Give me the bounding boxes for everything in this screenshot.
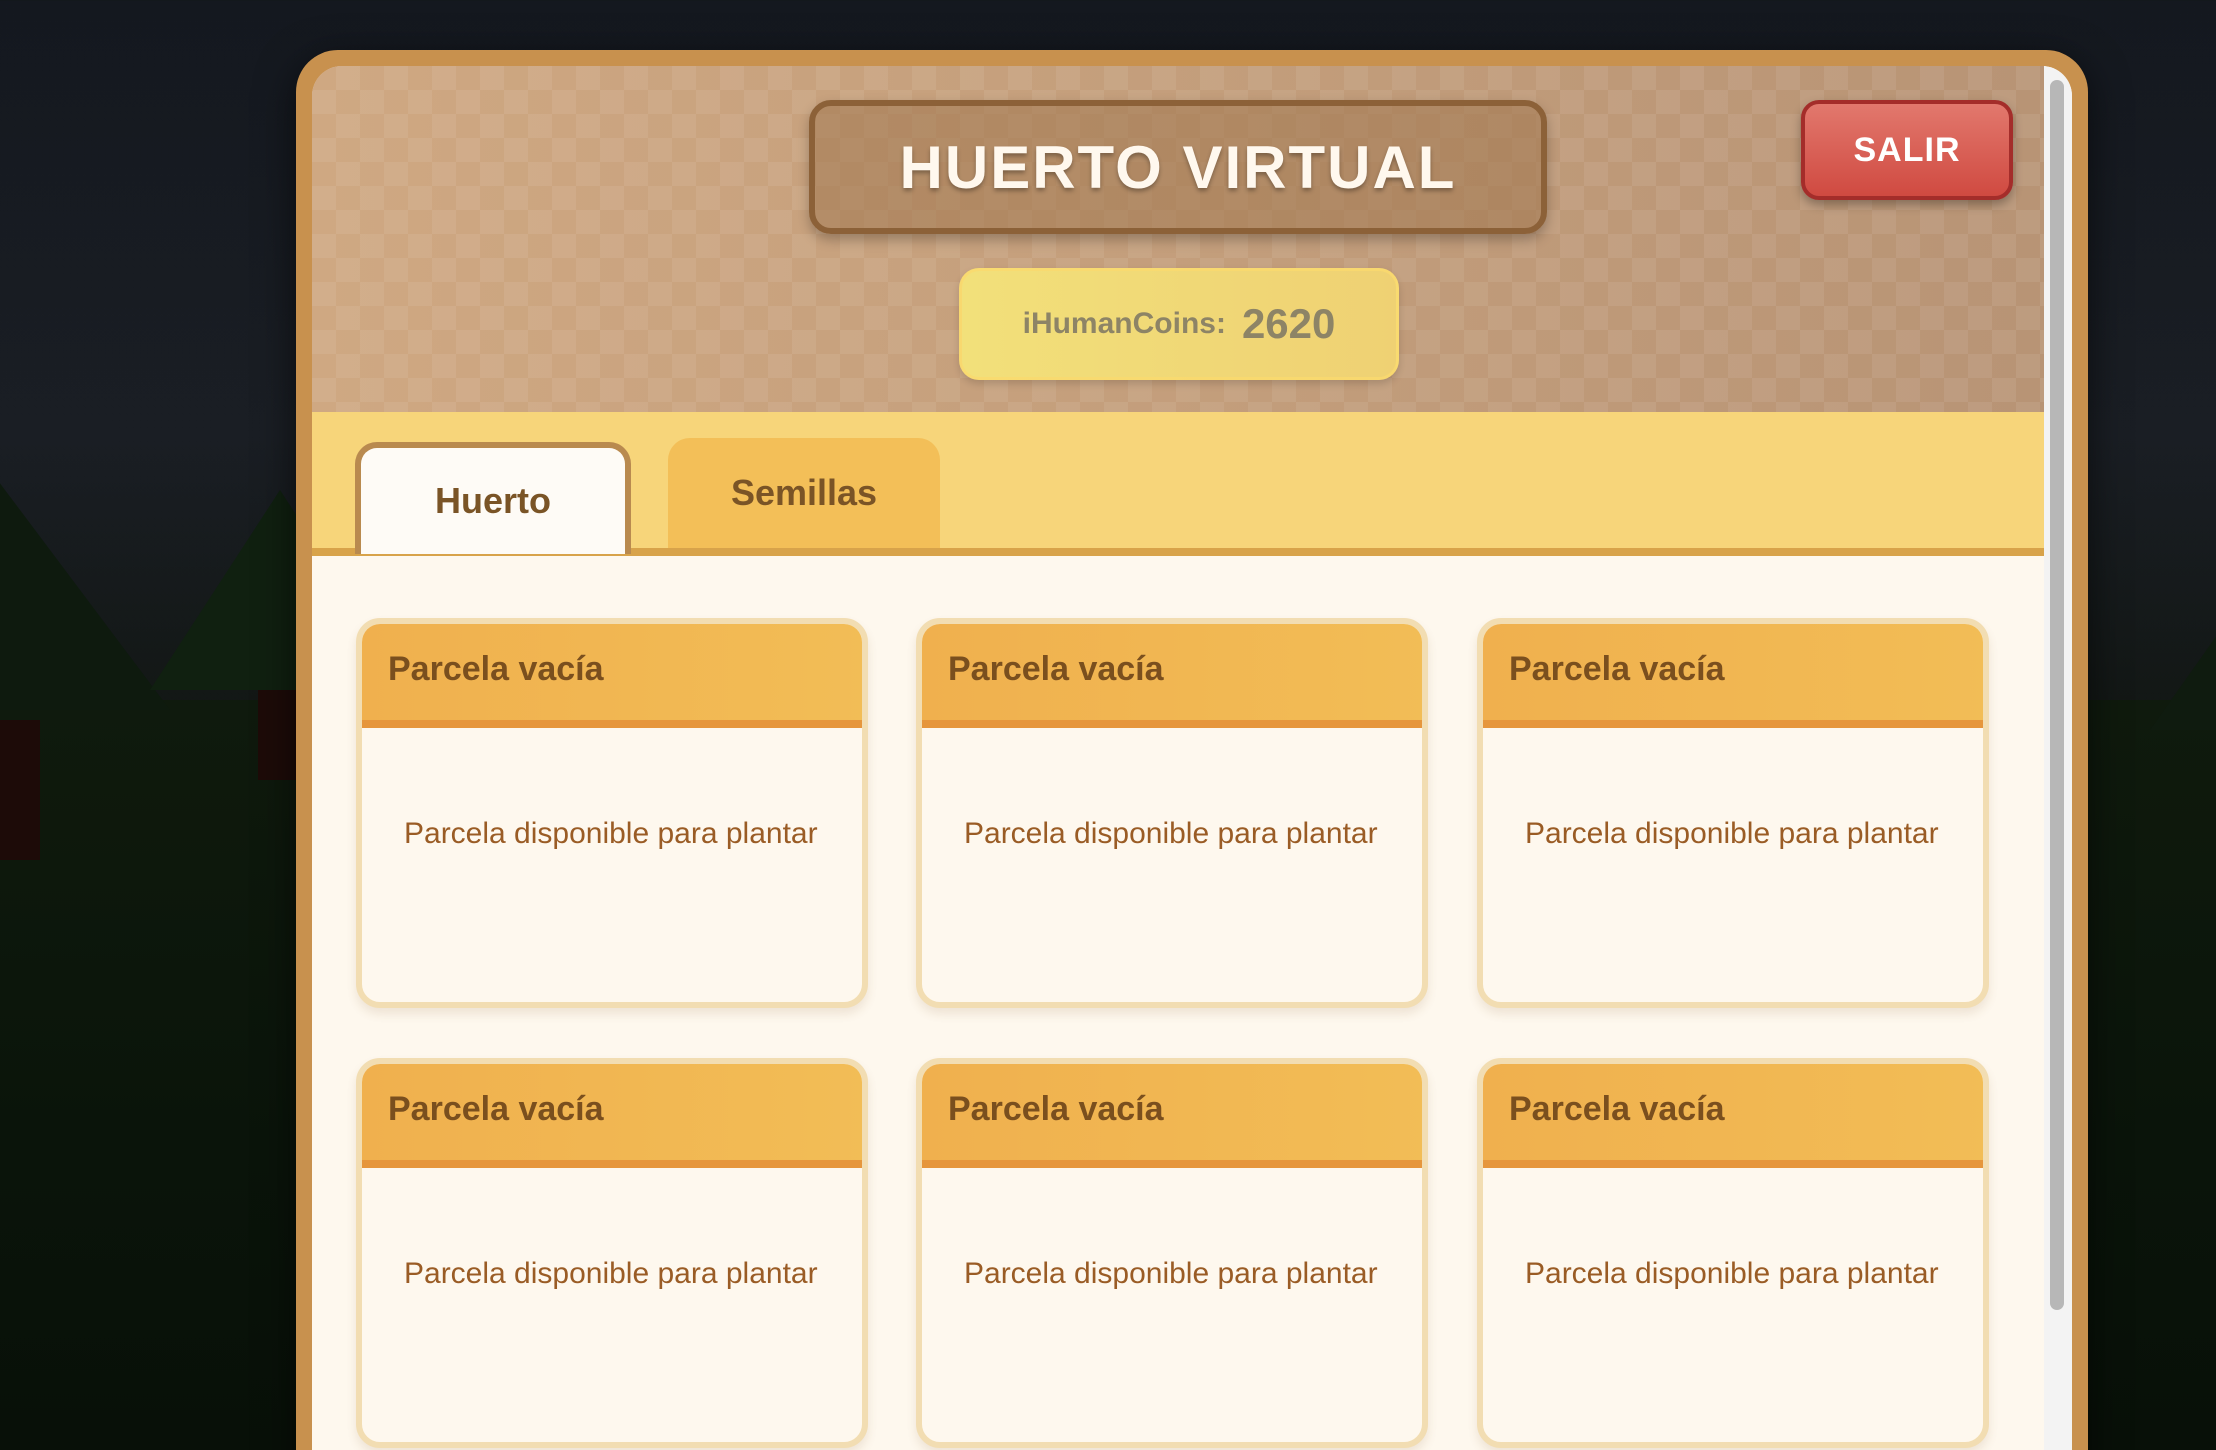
coins-value: 2620 xyxy=(1241,300,1336,347)
plot-card[interactable]: Parcela vacía Parcela disponible para pl… xyxy=(1477,618,1989,1008)
plot-header: Parcela vacía xyxy=(922,624,1422,728)
tree-trunk xyxy=(258,690,298,780)
plot-description: Parcela disponible para plantar xyxy=(404,1257,818,1290)
tab-label: Semillas xyxy=(730,472,878,513)
garden-panel: HUERTO VIRTUAL iHumanCoins: 2620 SALIR H… xyxy=(296,50,2088,1450)
tree-trunk xyxy=(0,720,40,860)
coins-label: iHumanCoins: xyxy=(1022,307,1226,340)
plot-title: Parcela vacía xyxy=(388,1089,604,1128)
plot-title: Parcela vacía xyxy=(388,649,604,688)
header: HUERTO VIRTUAL iHumanCoins: 2620 SALIR xyxy=(312,66,2044,412)
tab-huerto[interactable]: Huerto xyxy=(355,442,631,554)
panel-inner: HUERTO VIRTUAL iHumanCoins: 2620 SALIR H… xyxy=(312,66,2072,1450)
tab-label: Huerto xyxy=(435,480,551,521)
plot-header: Parcela vacía xyxy=(922,1064,1422,1168)
plot-description: Parcela disponible para plantar xyxy=(964,1257,1378,1290)
panel-content: HUERTO VIRTUAL iHumanCoins: 2620 SALIR H… xyxy=(312,66,2044,1450)
plot-header: Parcela vacía xyxy=(362,1064,862,1168)
page-title: HUERTO VIRTUAL xyxy=(899,133,1457,201)
plot-card[interactable]: Parcela vacía Parcela disponible para pl… xyxy=(916,1058,1428,1448)
plot-description: Parcela disponible para plantar xyxy=(1525,817,1939,850)
tab-semillas[interactable]: Semillas xyxy=(668,438,940,548)
plot-description: Parcela disponible para plantar xyxy=(1525,1257,1939,1290)
plot-card[interactable]: Parcela vacía Parcela disponible para pl… xyxy=(1477,1058,1989,1448)
plot-card[interactable]: Parcela vacía Parcela disponible para pl… xyxy=(916,618,1428,1008)
title-banner: HUERTO VIRTUAL xyxy=(809,100,1547,234)
plot-title: Parcela vacía xyxy=(948,1089,1164,1128)
plot-title: Parcela vacía xyxy=(948,649,1164,688)
scrollbar-thumb[interactable] xyxy=(2050,80,2064,1310)
coins-display: iHumanCoins: 2620 xyxy=(959,268,1399,380)
plot-card[interactable]: Parcela vacía Parcela disponible para pl… xyxy=(356,618,868,1008)
plot-card[interactable]: Parcela vacía Parcela disponible para pl… xyxy=(356,1058,868,1448)
plot-title: Parcela vacía xyxy=(1509,649,1725,688)
plot-header: Parcela vacía xyxy=(1483,624,1983,728)
plot-title: Parcela vacía xyxy=(1509,1089,1725,1128)
pine-tree xyxy=(2150,560,2216,730)
plot-description: Parcela disponible para plantar xyxy=(404,817,818,850)
plot-header: Parcela vacía xyxy=(1483,1064,1983,1168)
pine-tree xyxy=(0,470,170,710)
plot-description: Parcela disponible para plantar xyxy=(964,817,1378,850)
plot-header: Parcela vacía xyxy=(362,624,862,728)
scrollbar[interactable] xyxy=(2044,66,2072,1450)
tab-bar: Huerto Semillas xyxy=(312,412,2044,556)
exit-button[interactable]: SALIR xyxy=(1801,100,2013,200)
